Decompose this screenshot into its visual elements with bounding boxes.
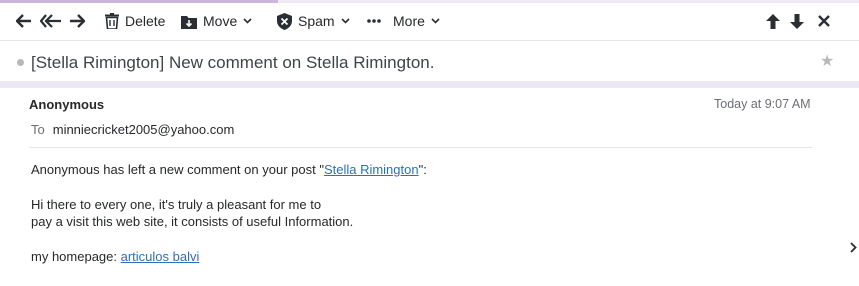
more-button[interactable]: More (367, 3, 440, 39)
forward-button[interactable] (69, 3, 85, 39)
star-icon[interactable]: ★ (820, 51, 834, 71)
arrow-down-icon (790, 13, 804, 29)
body-homepage-line: my homepage: articulos balvi (31, 249, 199, 264)
message-toolbar: Delete Move Spam More (0, 3, 859, 39)
forward-icon (70, 14, 85, 28)
homepage-prefix: my homepage: (31, 249, 121, 264)
spam-label: Spam (298, 13, 335, 29)
recipient-address[interactable]: minniecricket2005@yahoo.com (53, 122, 235, 137)
subject-row: [Stella Rimington] New comment on Stella… (0, 41, 859, 81)
reply-button[interactable] (16, 3, 32, 39)
delete-label: Delete (125, 13, 166, 29)
reply-all-icon (40, 14, 61, 28)
header-divider (29, 147, 812, 148)
intro-prefix: Anonymous has left a new comment on your… (31, 162, 324, 177)
more-label: More (393, 13, 425, 29)
intro-suffix: ": (418, 162, 427, 177)
chevron-right-icon[interactable] (850, 242, 857, 253)
recipient-row: To minniecricket2005@yahoo.com (31, 122, 234, 137)
homepage-link[interactable]: articulos balvi (121, 249, 200, 264)
folder-move-icon (181, 15, 197, 29)
close-icon (818, 15, 830, 27)
shield-spam-icon (277, 12, 292, 30)
header-band (0, 81, 859, 88)
arrow-up-icon (766, 13, 780, 29)
trash-icon (105, 13, 119, 29)
body-comment-line-1: Hi there to every one, it's truly a plea… (31, 197, 322, 212)
previous-message-button[interactable] (766, 3, 780, 39)
chevron-down-icon (341, 18, 350, 24)
next-message-button[interactable] (790, 3, 804, 39)
to-label: To (31, 122, 45, 137)
post-link[interactable]: Stella Rimington (324, 162, 419, 177)
body-intro-line: Anonymous has left a new comment on your… (31, 162, 427, 177)
spam-button[interactable]: Spam (277, 3, 350, 39)
chevron-down-icon (243, 18, 252, 24)
reply-arrow-icon (16, 14, 31, 28)
body-comment-line-2: pay a visit this web site, it consists o… (31, 214, 354, 229)
more-dots-icon (367, 19, 381, 23)
close-button[interactable] (818, 3, 830, 39)
message-date: Today at 9:07 AM (714, 97, 811, 111)
reply-all-button[interactable] (40, 3, 62, 39)
chevron-down-icon (431, 18, 440, 24)
delete-button[interactable]: Delete (105, 3, 165, 39)
move-button[interactable]: Move (181, 3, 252, 39)
sender-name[interactable]: Anonymous (29, 97, 104, 112)
move-label: Move (203, 13, 238, 29)
message-subject: [Stella Rimington] New comment on Stella… (31, 53, 435, 72)
read-status-dot[interactable] (17, 59, 24, 66)
